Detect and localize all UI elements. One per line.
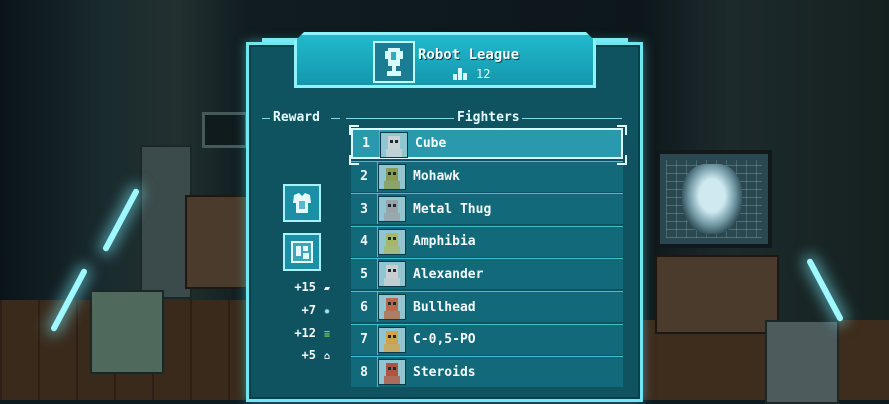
armor-reward-icon[interactable] [283,184,321,222]
reward-parts: +15 ▰ [280,280,330,294]
reward-crates: +5 ⌂ [280,348,330,362]
fans-count: 12 [476,67,491,81]
reward-line-left [262,118,270,119]
fighter-name: Bullhead [413,299,476,315]
fighter-row[interactable]: 4 Amphibia [351,225,623,257]
fighter-row[interactable]: 1 Cube [351,128,623,159]
trophy-icon [373,41,415,83]
fighter-row[interactable]: 7 C-0,5-PO [351,323,623,355]
fighter-name: Steroids [413,364,476,380]
crate-icon: ⌂ [323,351,330,362]
fighter-rank: 3 [351,194,378,225]
fighter-name: Alexander [413,266,484,282]
fighter-avatar [378,294,406,320]
selection-corner-tr [617,125,627,135]
fighter-name: Amphibia [413,234,476,250]
fighter-row[interactable]: 3 Metal Thug [351,193,623,225]
fans-icon [451,68,469,83]
fighters-line-left [346,118,454,119]
right-cabinet [765,320,839,404]
fighter-name: Cube [415,136,447,151]
fighter-row[interactable]: 8 Steroids [351,356,623,388]
fighter-rank: 5 [351,259,378,290]
reward-parts-value: +15 [294,280,316,294]
fighter-avatar [378,261,406,288]
fighter-name: Metal Thug [413,201,492,217]
blueprint-reward-icon[interactable] [283,233,321,271]
left-screen [202,112,248,148]
fighter-avatar [380,132,408,158]
left-machine [90,290,164,374]
reward-cash-value: +12 [294,326,316,340]
fighter-rank: 7 [351,324,378,355]
reward-header: Reward [273,110,320,125]
left-workbench [185,195,249,289]
fighter-row[interactable]: 2 Mohawk [351,160,623,192]
fighter-rank: 4 [351,226,378,257]
fighter-avatar [378,163,406,190]
fighter-rank: 8 [351,357,378,388]
fighter-name: C-0,5-PO [413,332,476,348]
reward-crates-value: +5 [301,348,316,362]
fighter-avatar [378,196,406,223]
fighter-avatar [378,359,406,386]
reward-gears-value: +7 [301,303,316,317]
selection-corner-br [617,155,627,165]
cash-icon: ≡ [323,329,330,340]
fighter-rank: 2 [351,161,378,192]
reward-gears: +7 ✹ [280,303,330,317]
fighter-name: Mohawk [413,169,460,185]
selection-corner-tl [349,125,359,135]
league-title: Robot League [418,47,520,63]
right-desk [655,255,779,334]
fighter-avatar [378,326,406,353]
fighter-row[interactable]: 6 Bullhead [351,291,623,322]
fighter-row[interactable]: 5 Alexander [351,258,623,290]
gear-icon: ✹ [323,306,330,317]
wall-monitor [656,150,772,248]
fighters-line-right [522,118,622,119]
selection-corner-bl [349,155,359,165]
parts-icon: ▰ [323,283,330,294]
reward-cash: +12 ≡ [280,326,330,340]
fighter-avatar [378,228,406,255]
fighters-header: Fighters [457,110,520,125]
fighter-rank: 6 [351,292,378,322]
reward-line-right [331,118,340,119]
